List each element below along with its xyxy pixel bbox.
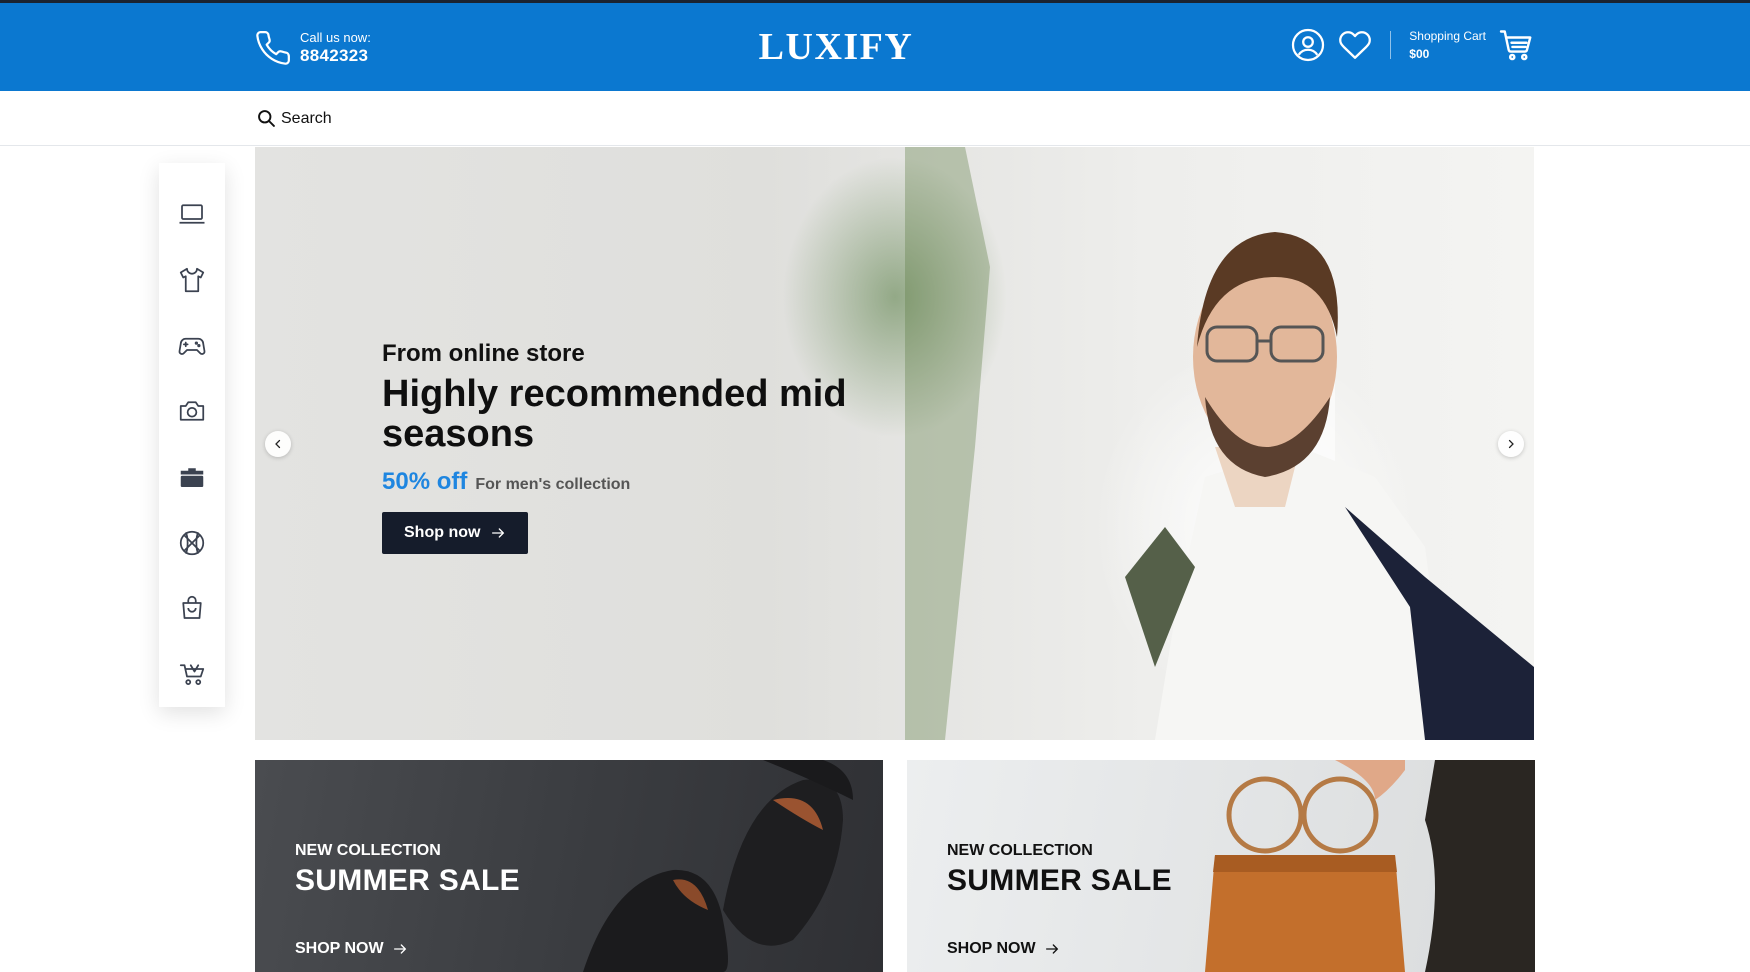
shop-now-button[interactable]: Shop now xyxy=(382,512,529,554)
gamepad-icon xyxy=(178,338,206,356)
category-home[interactable] xyxy=(159,444,225,510)
hero-image xyxy=(905,147,1534,740)
banner-title: SUMMER SALE xyxy=(947,864,1172,897)
banner-tag: NEW COLLECTION xyxy=(947,842,1093,859)
cart-amount: $00 xyxy=(1409,47,1430,61)
chevron-right-icon xyxy=(1508,439,1514,449)
hero-offer: 50% off For men's collection xyxy=(382,468,862,496)
heart-icon[interactable] xyxy=(1338,28,1372,62)
banner-cta-label: SHOP NOW xyxy=(947,940,1036,957)
cart-summary[interactable]: Shopping Cart $00 xyxy=(1409,27,1486,63)
basketball-icon xyxy=(179,530,205,555)
slider-next-button[interactable] xyxy=(1498,431,1524,457)
category-fashion[interactable] xyxy=(159,247,225,313)
laptop-icon xyxy=(179,204,205,224)
category-electronics[interactable] xyxy=(159,181,225,247)
category-baby[interactable] xyxy=(159,641,225,707)
account-icon[interactable] xyxy=(1290,27,1326,63)
header-actions: Shopping Cart $00 xyxy=(1290,27,1534,63)
category-sidebar xyxy=(159,163,225,707)
stroller-icon xyxy=(179,664,205,686)
shoes-image xyxy=(583,760,853,972)
hero-title: Highly recommended mid seasons xyxy=(382,373,847,455)
banner-title: SUMMER SALE xyxy=(295,864,520,897)
arrow-right-icon xyxy=(393,944,406,954)
promo-banner-bag[interactable]: NEW COLLECTION SUMMER SALE SHOP NOW xyxy=(907,760,1535,972)
banner-shop-now-link[interactable]: SHOP NOW xyxy=(947,940,1060,958)
slider-prev-button[interactable] xyxy=(265,431,291,457)
arrow-right-icon xyxy=(1045,944,1058,954)
banner-cta-label: SHOP NOW xyxy=(295,940,384,957)
discount-text: 50% off xyxy=(382,468,468,495)
camera-icon xyxy=(179,401,205,421)
banner-tag: NEW COLLECTION xyxy=(295,842,441,859)
search-button[interactable]: Search xyxy=(256,108,332,129)
search-bar: Search xyxy=(0,91,1750,146)
category-games[interactable] xyxy=(159,313,225,379)
chevron-left-icon xyxy=(275,439,281,449)
arrow-right-icon xyxy=(492,528,505,538)
shop-now-label: Shop now xyxy=(404,524,481,541)
hero-slider: From online store Highly recommended mid… xyxy=(255,147,1534,740)
tshirt-icon xyxy=(179,267,205,292)
cart-icon[interactable] xyxy=(1498,27,1534,63)
search-icon xyxy=(258,110,275,127)
header-divider xyxy=(1390,31,1392,59)
handbag-image xyxy=(1205,760,1535,972)
cart-label: Shopping Cart xyxy=(1409,29,1486,43)
shopping-bag-icon xyxy=(182,596,202,620)
hero-content: From online store Highly recommended mid… xyxy=(382,340,862,554)
hero-subtitle: From online store xyxy=(382,340,585,367)
search-label: Search xyxy=(281,109,332,127)
category-bags[interactable] xyxy=(159,576,225,642)
toolbox-icon xyxy=(180,468,204,487)
promo-banner-shoes[interactable]: NEW COLLECTION SUMMER SALE SHOP NOW xyxy=(255,760,883,972)
category-cameras[interactable] xyxy=(159,378,225,444)
discount-note: For men's collection xyxy=(475,476,631,493)
category-sports[interactable] xyxy=(159,510,225,576)
banner-shop-now-link[interactable]: SHOP NOW xyxy=(295,940,408,958)
site-header: Call us now: 8842323 LUXIFY Shopping Car… xyxy=(0,3,1750,91)
